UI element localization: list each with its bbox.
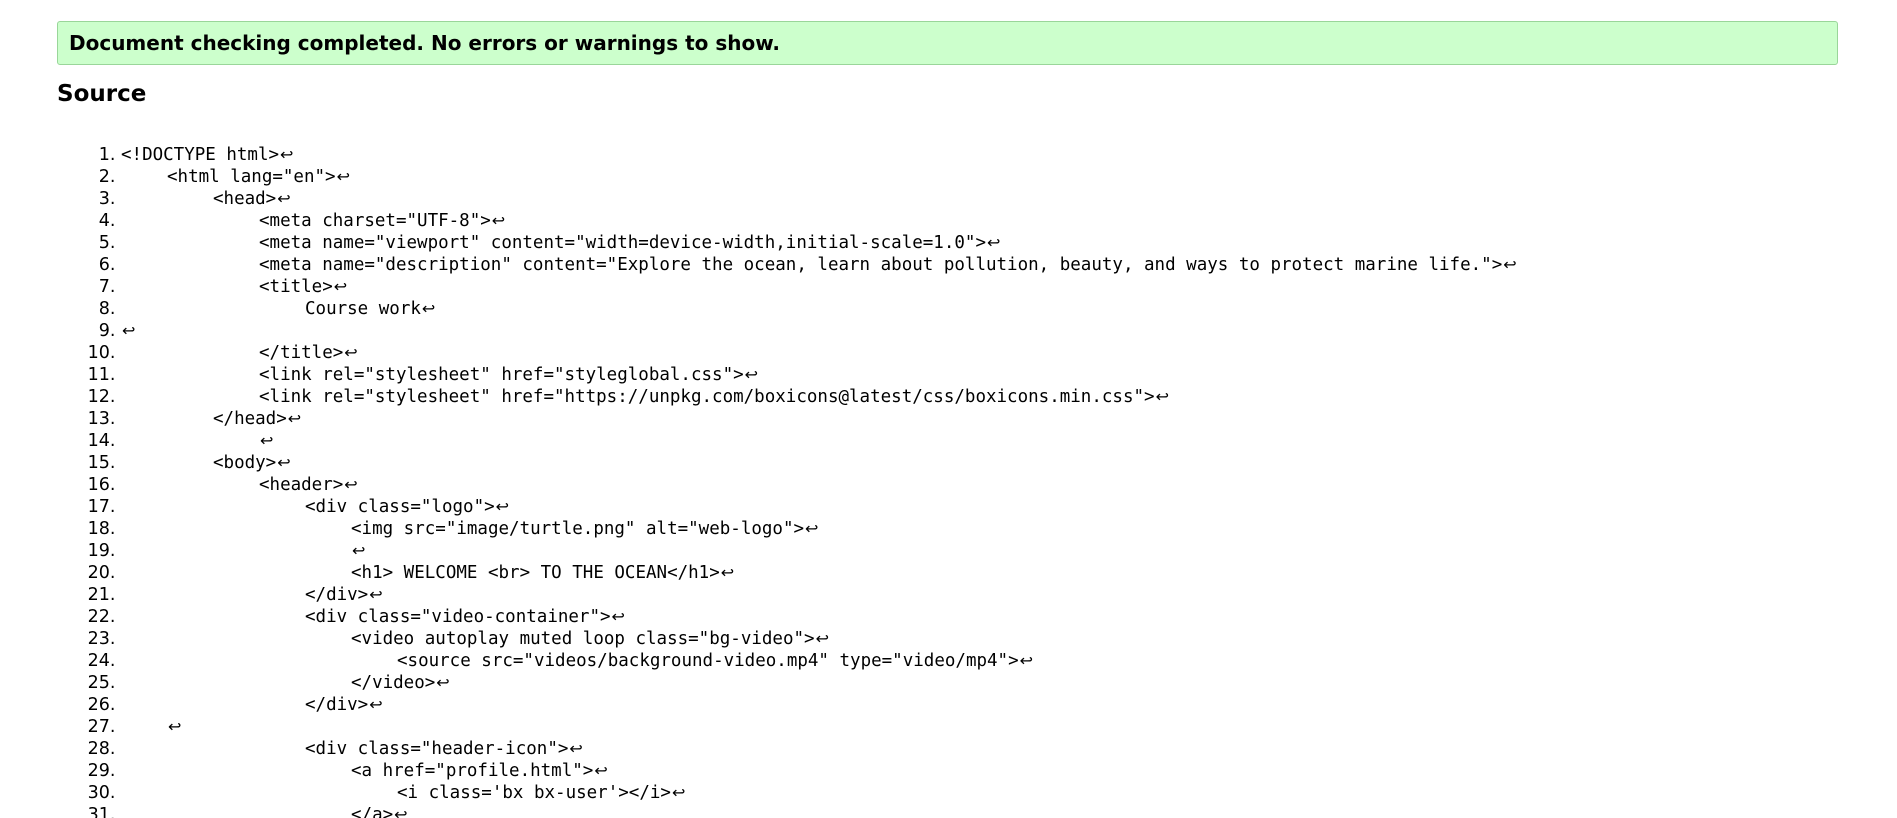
return-icon: ↩ [611,606,625,626]
source-line: <meta name="description" content="Explor… [121,254,1840,276]
line-code: <h1> WELCOME <br> TO THE OCEAN</h1> [351,562,720,583]
source-line: <link rel="stylesheet" href="styleglobal… [121,364,1840,386]
line-code: <div class="header-icon"> [305,738,569,759]
return-icon: ↩ [744,364,759,384]
return-icon: ↩ [495,496,510,516]
return-icon: ↩ [720,562,735,582]
source-line: <source src="videos/background-video.mp4… [121,650,1840,672]
return-icon: ↩ [394,804,408,818]
source-line: </div>↩ [121,584,1840,606]
line-code: <meta charset="UTF-8"> [259,210,491,231]
return-icon: ↩ [168,716,182,736]
return-icon: ↩ [280,144,294,164]
source-line: <html lang="en">↩ [121,166,1840,188]
line-code: <meta name="description" content="Explor… [259,254,1503,275]
source-line: <body>↩ [121,452,1840,474]
return-icon: ↩ [287,408,302,428]
source-heading: Source [57,81,147,107]
source-line: <header>↩ [121,474,1840,496]
return-icon: ↩ [369,584,383,604]
source-line: <title>↩ [121,276,1840,298]
line-code: </div> [305,694,369,715]
line-code: </a> [351,804,394,818]
source-line: <video autoplay muted loop class="bg-vid… [121,628,1840,650]
source-code-list: <!DOCTYPE html>↩<html lang="en">↩<head>↩… [57,144,1840,818]
return-icon: ↩ [1155,386,1169,406]
return-icon: ↩ [436,672,450,692]
line-code: <header> [259,474,344,495]
source-line: ↩ [121,430,1840,452]
line-code: <head> [213,188,277,209]
return-icon: ↩ [986,232,1001,252]
source-line: Course work↩ [121,298,1840,320]
line-code: Course work [305,298,421,319]
line-code: <html lang="en"> [167,166,336,187]
line-code: <video autoplay muted loop class="bg-vid… [351,628,815,649]
source-line: <meta charset="UTF-8">↩ [121,210,1840,232]
line-code: <div class="logo"> [305,496,495,517]
line-code: <source src="videos/background-video.mp4… [397,650,1019,671]
source-line: <link rel="stylesheet" href="https://unp… [121,386,1840,408]
source-line: </div>↩ [121,694,1840,716]
line-code: <img src="image/turtle.png" alt="web-log… [351,518,805,539]
source-line: <div class="video-container">↩ [121,606,1840,628]
return-icon: ↩ [260,430,274,450]
line-code: </div> [305,584,369,605]
line-code: <body> [213,452,277,473]
line-code: <meta name="viewport" content="width=dev… [259,232,986,253]
return-icon: ↩ [277,452,291,472]
return-icon: ↩ [122,320,136,340]
success-message: Document checking completed. No errors o… [69,31,781,55]
return-icon: ↩ [352,540,366,560]
return-icon: ↩ [369,694,383,714]
line-code: <div class="video-container"> [305,606,611,627]
line-code: </head> [213,408,287,429]
source-line: <a href="profile.html">↩ [121,760,1840,782]
source-line: ↩ [121,540,1840,562]
return-icon: ↩ [344,474,358,494]
line-code: <link rel="stylesheet" href="https://unp… [259,386,1155,407]
source-line: <img src="image/turtle.png" alt="web-log… [121,518,1840,540]
source-line: ↩ [121,716,1840,738]
source-line: <i class='bx bx-user'></i>↩ [121,782,1840,804]
line-code: <link rel="stylesheet" href="styleglobal… [259,364,744,385]
return-icon: ↩ [815,628,829,648]
return-icon: ↩ [336,166,350,186]
line-code: <title> [259,276,333,297]
return-icon: ↩ [805,518,819,538]
success-message-box: Document checking completed. No errors o… [57,21,1838,65]
source-line: <h1> WELCOME <br> TO THE OCEAN</h1>↩ [121,562,1840,584]
source-line: <meta name="viewport" content="width=dev… [121,232,1840,254]
line-code: </title> [259,342,344,363]
return-icon: ↩ [1019,650,1034,670]
source-line: </a>↩ [121,804,1840,818]
return-icon: ↩ [594,760,608,780]
return-icon: ↩ [569,738,583,758]
source-line: <div class="header-icon">↩ [121,738,1840,760]
source-line: <!DOCTYPE html>↩ [121,144,1840,166]
return-icon: ↩ [671,782,686,802]
return-icon: ↩ [421,298,436,318]
return-icon: ↩ [333,276,348,296]
return-icon: ↩ [1503,254,1517,274]
line-code: <i class='bx bx-user'></i> [397,782,671,803]
validator-page: Document checking completed. No errors o… [0,0,1840,818]
return-icon: ↩ [277,188,291,208]
line-code: <!DOCTYPE html> [121,144,280,165]
source-line: </video>↩ [121,672,1840,694]
line-code: </video> [351,672,436,693]
source-line: <head>↩ [121,188,1840,210]
source-line: </head>↩ [121,408,1840,430]
source-line: ↩ [121,320,1840,342]
line-code: <a href="profile.html"> [351,760,594,781]
return-icon: ↩ [491,210,506,230]
source-line: <div class="logo">↩ [121,496,1840,518]
return-icon: ↩ [344,342,358,362]
source-line: </title>↩ [121,342,1840,364]
